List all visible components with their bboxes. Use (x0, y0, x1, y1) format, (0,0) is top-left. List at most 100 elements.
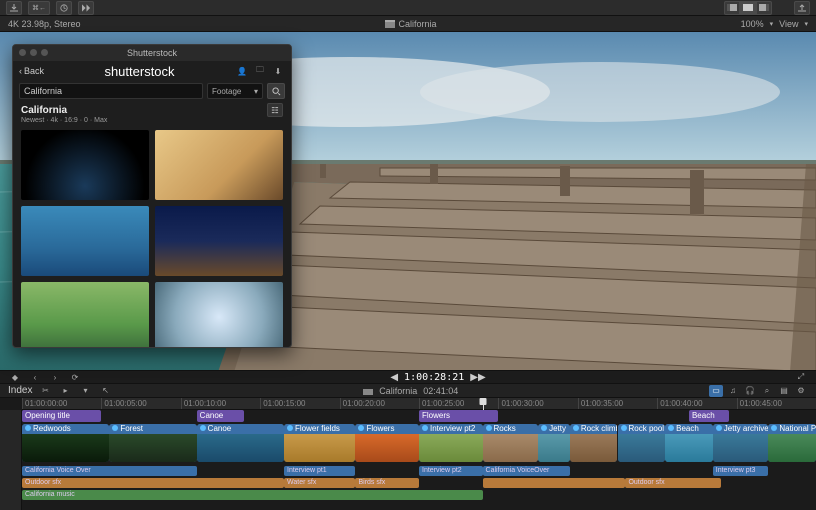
import-button[interactable] (6, 1, 22, 15)
video-clip[interactable]: Rock pool (618, 424, 666, 462)
audio-clip[interactable]: Birds sfx (355, 478, 419, 488)
ruler-tick: 01:00:05:00 (101, 398, 180, 409)
chevron-right-icon[interactable]: › (48, 371, 62, 383)
result-tile[interactable] (155, 206, 283, 276)
video-clip[interactable]: Canoe (197, 424, 284, 462)
media-type-dropdown[interactable]: Footage▾ (207, 83, 263, 99)
fullscreen-icon[interactable]: ⤢ (794, 371, 808, 383)
download-icon[interactable]: ⬇ (271, 65, 285, 77)
audio-clip[interactable]: Interview pt1 (284, 466, 355, 476)
video-lane: RedwoodsForestCanoeFlower fieldsFlowersI… (22, 424, 816, 462)
zoom-level[interactable]: 100% (741, 19, 764, 29)
track-patch-panel (0, 410, 22, 510)
timeline-ruler[interactable]: 01:00:00:0001:00:05:0001:00:10:0001:00:1… (22, 398, 816, 410)
ruler-tick: 01:00:10:00 (181, 398, 260, 409)
video-clip[interactable]: Jetty (538, 424, 570, 462)
search-button[interactable] (267, 83, 285, 99)
title-clip[interactable]: Canoe (197, 410, 245, 422)
filter-icon[interactable]: ☷ (267, 103, 283, 117)
panel-title: Shutterstock (127, 48, 177, 58)
video-clip[interactable]: Flowers (355, 424, 419, 462)
loop-icon[interactable]: ⟳ (68, 371, 82, 383)
title-clip[interactable]: Beach (689, 410, 729, 422)
sort-line: Newest · 4k · 16:9 · 0 · Max (21, 117, 283, 124)
layout-full-button[interactable] (740, 1, 756, 15)
audio-clip[interactable]: California VoiceOver (483, 466, 570, 476)
next-frame-button[interactable]: ▶▶ (470, 372, 485, 383)
video-clip[interactable]: Jetty archive clip (713, 424, 769, 462)
keyword-button[interactable]: ⌘← (28, 1, 50, 15)
video-clip[interactable]: National Park (768, 424, 816, 462)
timeline-settings-icon[interactable]: ⚙ (794, 385, 808, 397)
result-tile[interactable] (155, 282, 283, 348)
layout-right-button[interactable] (756, 1, 772, 15)
skimming-icon[interactable]: ▭ (709, 385, 723, 397)
project-name: California (399, 19, 437, 29)
audio-skim-icon[interactable]: ♫ (726, 385, 740, 397)
chevron-down-icon: ▾ (770, 20, 774, 28)
ruler-tick: 01:00:40:00 (657, 398, 736, 409)
video-clip[interactable]: Rocks (483, 424, 539, 462)
result-tile[interactable] (21, 206, 149, 276)
video-clip[interactable]: Rock climb (570, 424, 618, 462)
ruler-tick: 01:00:25:00 (419, 398, 498, 409)
layout-left-button[interactable] (724, 1, 740, 15)
clip-appearance-icon[interactable]: ▤ (777, 385, 791, 397)
search-input[interactable]: California (19, 83, 203, 99)
main-toolbar: ⌘← (0, 0, 816, 16)
shutterstock-logo: shutterstock (48, 64, 231, 79)
result-tile[interactable] (21, 282, 149, 348)
chevron-left-icon: ‹ (19, 66, 22, 76)
audio-clip[interactable] (483, 478, 626, 488)
results-term: California (21, 105, 67, 116)
audio-clip[interactable]: Interview pt3 (713, 466, 769, 476)
project-infobar: 4K 23.98p, Stereo California 100% ▾ View… (0, 16, 816, 32)
video-clip[interactable]: Forest (109, 424, 196, 462)
ruler-tick: 01:00:00:00 (22, 398, 101, 409)
position-tool-icon[interactable]: ▸ (58, 385, 72, 397)
video-clip[interactable]: Beach (665, 424, 713, 462)
viewer-timecode: 1:00:28:21 (404, 372, 464, 383)
solo-icon[interactable]: 🎧 (743, 385, 757, 397)
folder-icon[interactable]: 🗀 (253, 65, 267, 77)
audio-clip[interactable]: California music (22, 490, 483, 500)
transport-bar: ◆ ‹ › ⟳ ◀ 1:00:28:21 ▶▶ ⤢ (0, 370, 816, 384)
clapperboard-icon (385, 20, 395, 28)
results-grid (13, 126, 291, 348)
user-icon[interactable]: 👤 (235, 65, 249, 77)
tool-dropdown-icon[interactable]: ▾ (78, 385, 92, 397)
chevron-down-icon: ▾ (254, 87, 258, 96)
title-clip[interactable]: Flowers (419, 410, 498, 422)
view-menu[interactable]: View (779, 19, 798, 29)
audio-clip[interactable]: Outdoor sfx (22, 478, 284, 488)
video-clip[interactable]: Interview pt2 (419, 424, 483, 462)
audio-clip[interactable]: Water sfx (284, 478, 355, 488)
audio-clip[interactable]: Outdoor sfx (625, 478, 720, 488)
video-clip[interactable]: Flower fields (284, 424, 355, 462)
ruler-tick: 01:00:15:00 (260, 398, 339, 409)
result-tile[interactable] (155, 130, 283, 200)
marker-icon[interactable]: ◆ (8, 371, 22, 383)
result-tile[interactable] (21, 130, 149, 200)
arrow-tool-icon[interactable]: ↖ (98, 385, 112, 397)
trim-tool-icon[interactable]: ✂ (38, 385, 52, 397)
share-button[interactable] (794, 1, 810, 15)
shutterstock-panel: Shutterstock ‹ Back shutterstock 👤 🗀 ⬇ C… (12, 44, 292, 348)
playhead[interactable] (479, 398, 486, 405)
window-controls[interactable] (19, 49, 48, 56)
chevron-left-icon[interactable]: ‹ (28, 371, 42, 383)
ruler-tick: 01:00:30:00 (498, 398, 577, 409)
prev-frame-button[interactable]: ◀ (390, 372, 398, 383)
index-button[interactable]: Index (8, 385, 32, 396)
bg-tasks-button[interactable] (56, 1, 72, 15)
render-button[interactable] (78, 1, 94, 15)
browser-layout-segment (724, 1, 772, 15)
audio-clip[interactable]: California Voice Over (22, 466, 197, 476)
timeline-tracks[interactable]: Opening titleCanoeFlowersBeach RedwoodsF… (22, 410, 816, 510)
back-button[interactable]: ‹ Back (19, 66, 44, 76)
audio-clip[interactable]: Interview pt2 (419, 466, 483, 476)
title-clip[interactable]: Opening title (22, 410, 101, 422)
snap-icon[interactable]: ⌕ (760, 385, 774, 397)
panel-titlebar[interactable]: Shutterstock (13, 45, 291, 61)
video-clip[interactable]: Redwoods (22, 424, 109, 462)
